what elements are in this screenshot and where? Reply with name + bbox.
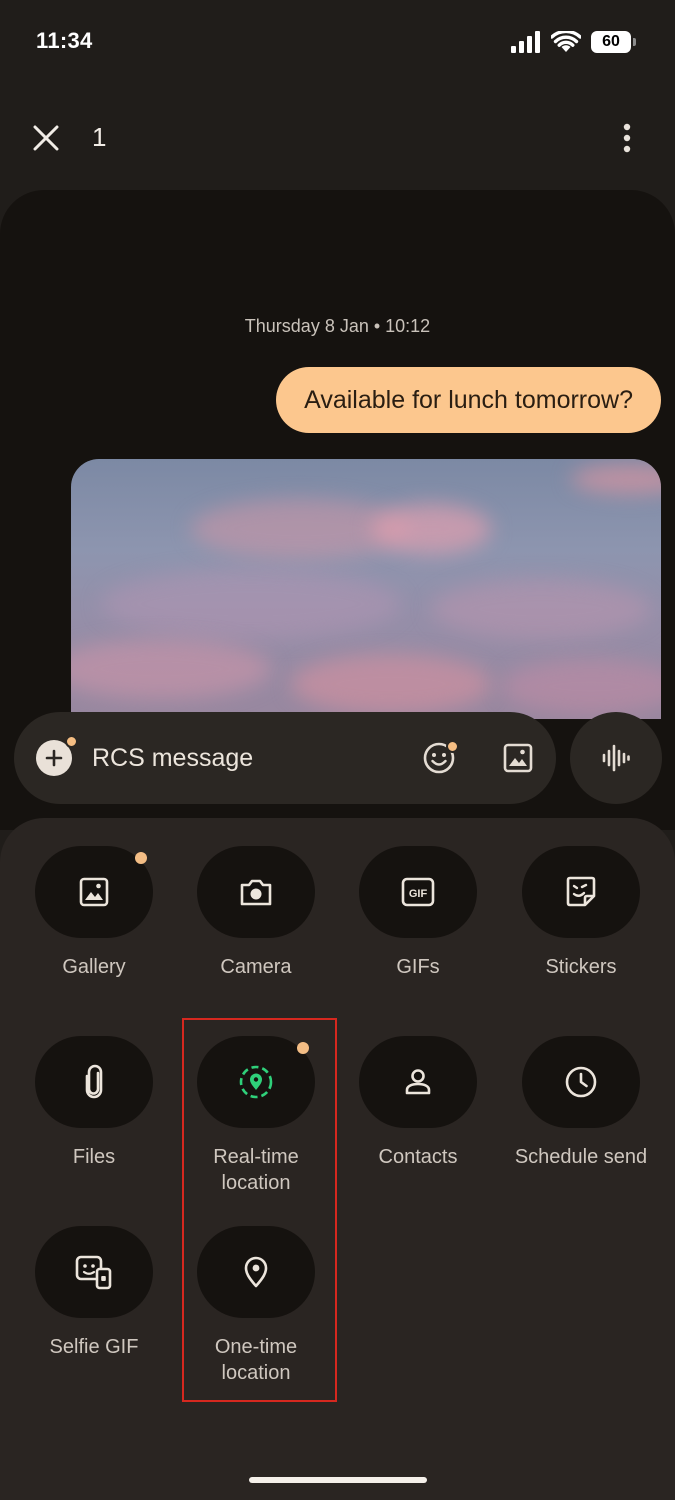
location-pin-icon (244, 1256, 268, 1288)
notification-dot (135, 852, 147, 864)
compose-bar (14, 712, 556, 804)
image-icon (503, 743, 533, 773)
selfie-gif-option[interactable]: Selfie GIF (13, 1226, 175, 1360)
camera-option-button[interactable] (197, 846, 315, 938)
one-time-location-option[interactable]: One-time location (175, 1226, 337, 1386)
notification-dot (446, 740, 459, 753)
gifs-option-button[interactable]: GIF (359, 846, 477, 938)
camera-label: Camera (220, 956, 292, 978)
status-bar: 11:34 60 (0, 0, 675, 84)
wifi-icon (551, 31, 581, 52)
camera-icon (240, 879, 272, 906)
svg-text:GIF: GIF (409, 888, 428, 900)
messages-screen: 11:34 60 1 Thursday 8 Jan • 10:12 Availa… (0, 0, 675, 1500)
gif-icon: GIF (401, 877, 435, 907)
close-icon (33, 125, 59, 151)
selfie-gif-option-button[interactable] (35, 1226, 153, 1318)
signal-icon (511, 31, 540, 53)
attach-toggle-button[interactable] (36, 735, 78, 776)
selection-count: 1 (92, 122, 107, 152)
gifs-option[interactable]: GIF GIFs (337, 846, 499, 980)
selection-toolbar: 1 (0, 100, 675, 176)
person-icon (405, 1069, 431, 1095)
camera-option[interactable]: Camera (175, 846, 337, 980)
files-label: Files (72, 1146, 116, 1168)
emoji-button[interactable] (419, 738, 459, 778)
contacts-option-button[interactable] (359, 1036, 477, 1128)
real-time-location-option-button[interactable] (197, 1036, 315, 1128)
voice-waveform-icon (602, 744, 630, 772)
gallery-label: Gallery (62, 956, 126, 978)
image-icon (79, 877, 109, 907)
message-input[interactable] (92, 738, 392, 778)
contacts-option[interactable]: Contacts (337, 1036, 499, 1170)
files-option[interactable]: Files (13, 1036, 175, 1170)
schedule-send-option[interactable]: Schedule send (500, 1036, 662, 1170)
gifs-label: GIFs (396, 956, 440, 978)
more-vert-icon (623, 123, 631, 153)
gallery-option-button[interactable] (35, 846, 153, 938)
one-time-location-option-button[interactable] (197, 1226, 315, 1318)
close-button[interactable] (22, 114, 70, 162)
battery-indicator: 60 (591, 31, 636, 53)
clock-icon (565, 1066, 597, 1098)
gallery-option[interactable]: Gallery (13, 846, 175, 980)
gallery-button[interactable] (498, 738, 538, 778)
contacts-label: Contacts (378, 1146, 458, 1168)
selfie-gif-label: Selfie GIF (49, 1336, 139, 1358)
stickers-label: Stickers (545, 956, 617, 978)
stickers-option[interactable]: Stickers (500, 846, 662, 980)
plus-icon (45, 749, 63, 767)
stickers-option-button[interactable] (522, 846, 640, 938)
notification-dot (297, 1042, 309, 1054)
live-location-icon (239, 1065, 273, 1099)
sticker-icon (566, 876, 596, 907)
notification-dot (65, 735, 78, 748)
selfie-gif-icon (75, 1255, 112, 1290)
schedule-send-label: Schedule send (514, 1146, 648, 1168)
status-time: 11:34 (36, 28, 93, 53)
one-time-location-label: One-time location (214, 1336, 298, 1384)
message-timestamp: Thursday 8 Jan • 10:12 (244, 316, 431, 336)
paperclip-icon (85, 1064, 103, 1099)
more-options-button[interactable] (603, 114, 651, 162)
real-time-location-option[interactable]: Real-time location (175, 1036, 337, 1196)
outgoing-message-bubble[interactable]: Available for lunch tomorrow? (276, 367, 661, 433)
home-indicator[interactable] (249, 1477, 427, 1483)
files-option-button[interactable] (35, 1036, 153, 1128)
sky-photo-message[interactable] (71, 459, 661, 719)
status-icons: 60 (511, 28, 636, 56)
voice-message-button[interactable] (570, 712, 662, 804)
schedule-send-option-button[interactable] (522, 1036, 640, 1128)
real-time-location-label: Real-time location (213, 1146, 299, 1194)
